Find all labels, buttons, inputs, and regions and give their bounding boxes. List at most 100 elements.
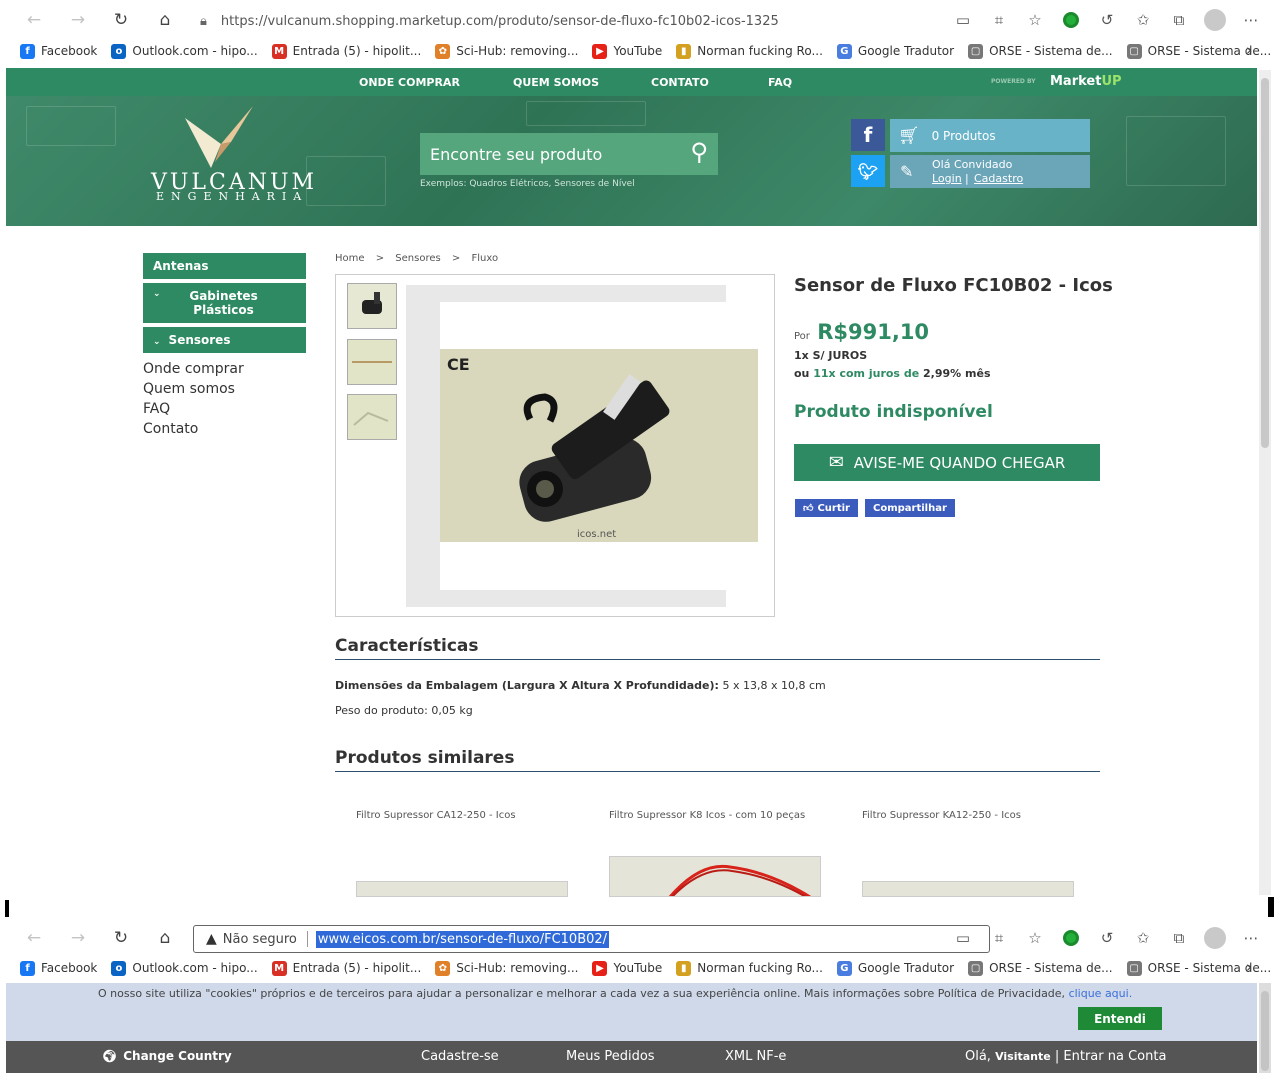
similar-product-name[interactable]: Filtro Supressor CA12-250 - Icos [356,810,556,821]
share-button[interactable]: Compartilhar [865,499,955,517]
breadcrumb-fluxo[interactable]: Fluxo [471,253,498,264]
vulcanum-logo-icon[interactable] [181,104,257,170]
notify-me-button[interactable]: ✉ AVISE-ME QUANDO CHEGAR [794,444,1100,481]
reader-view-icon[interactable]: ▭ [950,7,976,33]
bookmark-label: ORSE - Sistema de... [1147,44,1272,58]
collections-icon[interactable]: ⧉ [1166,7,1192,33]
product-thumbnail[interactable] [347,394,397,440]
back-icon[interactable]: ← [20,924,48,952]
bookmark-item[interactable]: G Google Tradutor [836,43,954,59]
cookie-link[interactable]: clique aqui. [1069,987,1133,1000]
bookmark-label: Sci-Hub: removing... [456,44,579,58]
reload-icon[interactable]: ↻ [107,924,135,952]
forward-icon[interactable]: → [64,924,92,952]
login-link[interactable]: Login [932,172,962,185]
sidebar-link-onde-comprar[interactable]: Onde comprar [143,359,306,379]
address-bar[interactable]: ▲ Não seguro www.eicos.com.br/sensor-de-… [193,925,990,953]
scrollbar-thumb[interactable] [1261,78,1269,448]
bookmark-item[interactable]: ▶ YouTube [592,43,662,59]
qr-icon[interactable]: ⌗ [986,7,1012,33]
more-menu-icon[interactable]: ⋯ [1238,925,1264,951]
similar-product-image[interactable] [609,856,821,897]
similar-product-image[interactable] [862,881,1074,897]
sidebar-link-contato[interactable]: Contato [143,419,306,439]
refresh-extension-icon[interactable]: ↺ [1094,925,1120,951]
bookmark-item[interactable]: ✿ Sci-Hub: removing... [435,43,579,59]
bookmark-item[interactable]: M Entrada (5) - hipolit... [271,960,421,976]
home-icon[interactable]: ⌂ [151,924,179,952]
sidebar-link-quem-somos[interactable]: Quem somos [143,379,306,399]
bookmark-item[interactable]: o Outlook.com - hipo... [111,43,258,59]
sidebar-item-antenas[interactable]: Antenas [143,253,306,279]
scrollbar[interactable] [1259,70,1271,895]
nav-contato[interactable]: CONTATO [651,76,709,89]
sidebar-link-faq[interactable]: FAQ [143,399,306,419]
breadcrumb-home[interactable]: Home [335,253,365,264]
bookmarks-more-icon[interactable]: › [1246,41,1252,59]
change-country-link[interactable]: 🌍︎ Change Country [102,1049,232,1063]
facebook-button[interactable]: f [851,119,885,151]
twitter-button[interactable]: 🐦︎ [851,155,885,187]
bookmark-item[interactable]: G Google Tradutor [836,960,954,976]
product-thumbnail[interactable] [347,283,397,329]
accept-cookies-button[interactable]: Entendi [1078,1007,1162,1030]
profile-avatar[interactable] [1202,925,1228,951]
marketup-logo[interactable]: MarketUP [1050,74,1122,89]
bookmark-item[interactable]: ▢ ORSE - Sistema de... [968,43,1113,59]
url-text-selected[interactable]: www.eicos.com.br/sensor-de-fluxo/FC10B02… [315,930,610,948]
xml-nfe-link[interactable]: XML NF-e [725,1049,786,1064]
favorite-add-icon[interactable]: ☆ [1022,925,1048,951]
bookmark-item[interactable]: f Facebook [20,43,97,59]
bookmarks-more-icon[interactable]: › [1246,958,1252,976]
address-bar[interactable]: 🔒︎ https://vulcanum.shopping.marketup.co… [200,8,890,34]
nav-onde-comprar[interactable]: ONDE COMPRAR [359,76,460,89]
favorite-add-icon[interactable]: ☆ [1022,7,1048,33]
sidebar-item-sensores[interactable]: ⌄ Sensores [143,327,306,353]
more-menu-icon[interactable]: ⋯ [1238,7,1264,33]
page-info-icon[interactable]: 🔒︎ [200,14,207,29]
profile-avatar[interactable] [1202,7,1228,33]
extension-icon[interactable] [1058,925,1084,951]
scrollbar-thumb[interactable] [1261,991,1269,1071]
qr-icon[interactable]: ⌗ [986,925,1012,951]
cart-button[interactable]: 🛒︎ 0 Produtos [890,119,1090,152]
product-main-image[interactable]: CE icos.net [440,349,758,542]
reader-view-icon[interactable]: ▭ [950,925,976,951]
nav-quem-somos[interactable]: QUEM SOMOS [513,76,599,89]
bookmark-item[interactable]: ▶ YouTube [592,960,662,976]
similar-product-image[interactable] [356,881,568,897]
collections-icon[interactable]: ⧉ [1166,925,1192,951]
sidebar-item-gabinetes[interactable]: ⌄ Gabinetes Plásticos [143,283,306,323]
bookmark-item[interactable]: ▮ Norman fucking Ro... [676,43,823,59]
bookmark-item[interactable]: ▮ Norman fucking Ro... [676,960,823,976]
product-thumbnail[interactable] [347,339,397,385]
favorites-icon[interactable]: ✩ [1130,7,1156,33]
similar-product-name[interactable]: Filtro Supressor KA12-250 - Icos [862,810,1062,821]
bookmark-item[interactable]: ✿ Sci-Hub: removing... [435,960,578,976]
favorites-icon[interactable]: ✩ [1130,925,1156,951]
orders-link[interactable]: Meus Pedidos [566,1049,655,1064]
register-link[interactable]: Cadastro [974,172,1023,185]
home-icon[interactable]: ⌂ [151,6,179,34]
bookmark-item[interactable]: f Facebook [20,960,97,976]
breadcrumb-sensores[interactable]: Sensores [395,253,440,264]
scrollbar[interactable] [1259,983,1271,1073]
forward-icon[interactable]: → [64,6,92,34]
change-country-label: Change Country [123,1049,232,1063]
back-icon[interactable]: ← [20,6,48,34]
bookmark-item[interactable]: o Outlook.com - hipo... [111,960,258,976]
login-link[interactable]: Entrar na Conta [1063,1049,1166,1064]
security-label[interactable]: Não seguro [223,932,297,947]
bookmark-item[interactable]: ▢ ORSE - Sistema de... [968,960,1113,976]
nav-faq[interactable]: FAQ [768,76,792,89]
reload-icon[interactable]: ↻ [107,6,135,34]
similar-product-name[interactable]: Filtro Supressor K8 Icos - com 10 peças [609,810,809,821]
like-button[interactable]: 👍︎ Curtir [795,499,858,517]
register-link[interactable]: Cadastre-se [421,1049,499,1064]
extension-icon[interactable] [1058,7,1084,33]
refresh-extension-icon[interactable]: ↺ [1094,7,1120,33]
header-decor [1126,116,1226,186]
search-input[interactable]: Encontre seu produto ⚲ [420,133,718,175]
search-icon[interactable]: ⚲ [690,138,708,166]
bookmark-item[interactable]: M Entrada (5) - hipolit... [271,43,421,59]
